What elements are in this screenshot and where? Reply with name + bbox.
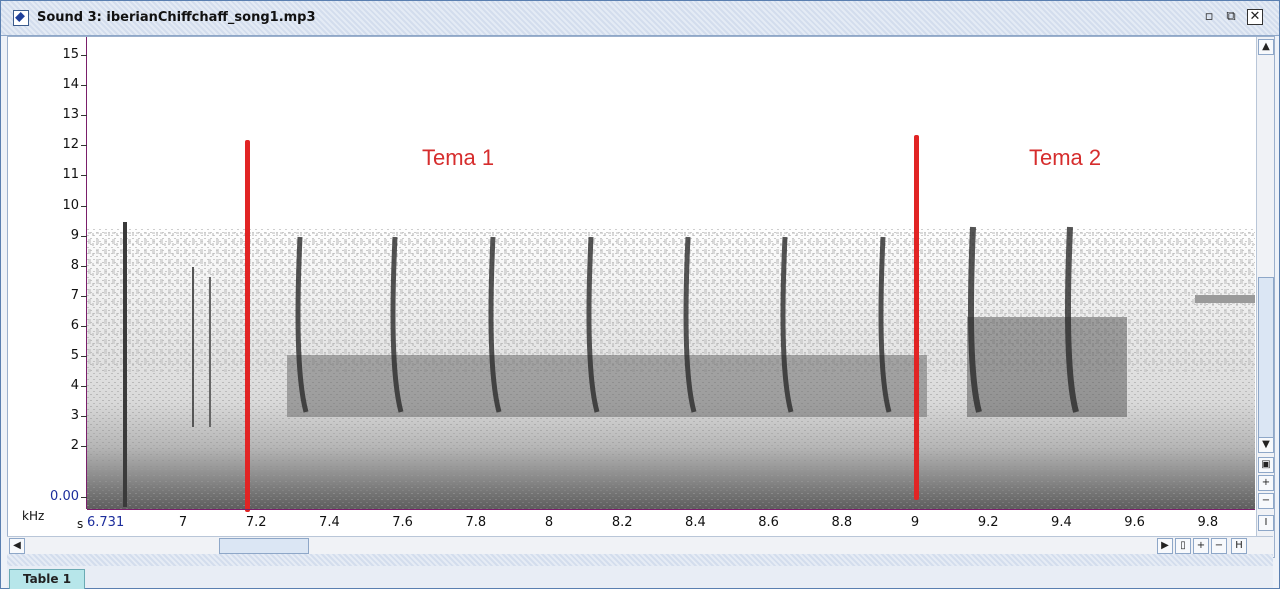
x-tick-label: 9.6 bbox=[1124, 515, 1145, 530]
theme2-label: Tema 2 bbox=[1029, 145, 1102, 170]
y-tick-label: 10 bbox=[62, 197, 79, 213]
y-tick-label: 11 bbox=[62, 167, 79, 183]
y-tick-label: 3 bbox=[70, 408, 79, 424]
y-tick-label: 4 bbox=[70, 378, 79, 394]
vertical-fit-button[interactable]: I bbox=[1258, 515, 1274, 531]
horizontal-scrollbar[interactable]: ◀ ▶ ▯ + − H bbox=[7, 536, 1273, 555]
horizontal-scroll-thumb[interactable] bbox=[219, 538, 309, 554]
pane-splitter[interactable] bbox=[7, 554, 1273, 566]
x-tick-label: 7.8 bbox=[465, 515, 487, 530]
vertical-scrollbar[interactable]: ▲ ▼ ▣ + − I bbox=[1256, 37, 1274, 557]
y-tick-label: 9 bbox=[70, 227, 79, 243]
x-tick-label: 7.2 bbox=[245, 515, 267, 530]
horizontal-fit-button[interactable]: H bbox=[1231, 538, 1247, 554]
x-tick-label: 7.6 bbox=[392, 515, 413, 530]
trailing-note bbox=[1195, 295, 1255, 303]
y-tick-label: 12 bbox=[62, 137, 79, 153]
x-tick-label: 8.2 bbox=[611, 515, 633, 530]
y-tick-label: 6 bbox=[70, 317, 79, 333]
x-tick-label: 9.2 bbox=[977, 515, 999, 530]
y-tick-label: 2 bbox=[70, 438, 79, 454]
y-tick-label: 13 bbox=[62, 107, 79, 123]
scroll-left-button[interactable]: ◀ bbox=[9, 538, 25, 554]
theme1-marker-line bbox=[245, 140, 250, 512]
horizontal-zoom-out-button[interactable]: − bbox=[1211, 538, 1227, 554]
vertical-zoom-in-button[interactable]: + bbox=[1258, 475, 1274, 491]
spectrogram-view[interactable]: 15 14 13 12 11 10 9 8 7 6 5 4 3 2 0.00 kHz bbox=[7, 36, 1275, 558]
vertical-scroll-thumb[interactable] bbox=[1258, 277, 1274, 439]
y-tick-label: 5 bbox=[70, 348, 79, 363]
spectrogram-canvas[interactable] bbox=[87, 37, 1255, 509]
fit-vertical-icon[interactable]: ▣ bbox=[1258, 457, 1274, 473]
minimize-button[interactable]: ▫ bbox=[1201, 9, 1217, 25]
x-tick-label: 7.4 bbox=[319, 515, 340, 530]
x-tick-label: 8.6 bbox=[758, 515, 779, 530]
theme2-tonal-band bbox=[967, 317, 1127, 417]
y-tick-label: 14 bbox=[62, 77, 79, 93]
time-start-value: 6.731 bbox=[87, 515, 125, 530]
time-unit: s bbox=[77, 517, 84, 531]
y-tick-label: 7 bbox=[70, 287, 79, 303]
close-button[interactable]: ✕ bbox=[1247, 9, 1263, 25]
window-title: Sound 3: iberianChiffchaff_song1.mp3 bbox=[37, 10, 316, 25]
scroll-up-button[interactable]: ▲ bbox=[1258, 39, 1274, 55]
y-tick-label: 15 bbox=[62, 47, 79, 62]
x-tick-label: 8 bbox=[544, 515, 554, 530]
x-axis-line bbox=[87, 509, 1255, 510]
sound-file-icon bbox=[13, 10, 29, 26]
initial-click bbox=[123, 222, 127, 507]
tab-bar: Table 1 bbox=[7, 566, 1273, 589]
tab-table-1[interactable]: Table 1 bbox=[9, 569, 85, 589]
theme1-tonal-band bbox=[287, 355, 927, 417]
vertical-zoom-out-button[interactable]: − bbox=[1258, 493, 1274, 509]
fit-horizontal-icon[interactable]: ▯ bbox=[1175, 538, 1191, 554]
frequency-axis: 15 14 13 12 11 10 9 8 7 6 5 4 3 2 0.00 kHz bbox=[8, 37, 87, 523]
x-tick-label: 9 bbox=[910, 515, 920, 530]
theme2-marker-line bbox=[914, 135, 919, 500]
x-tick-label: 9.8 bbox=[1197, 515, 1219, 530]
y-tick-label: 0.00 bbox=[50, 489, 79, 504]
scroll-down-button[interactable]: ▼ bbox=[1258, 437, 1274, 453]
x-tick-label: 8.4 bbox=[685, 515, 706, 530]
x-tick-label: 8.8 bbox=[831, 515, 853, 530]
theme1-label: Tema 1 bbox=[422, 145, 495, 170]
y-tick-label: 8 bbox=[70, 257, 79, 273]
faint-note bbox=[192, 267, 194, 427]
horizontal-zoom-in-button[interactable]: + bbox=[1193, 538, 1209, 554]
sound-window: Sound 3: iberianChiffchaff_song1.mp3 ▫ ⧉… bbox=[0, 0, 1280, 589]
frequency-unit: kHz bbox=[22, 509, 45, 523]
maximize-button[interactable]: ⧉ bbox=[1223, 9, 1239, 25]
x-tick-label: 9.4 bbox=[1051, 515, 1072, 530]
faint-note-2 bbox=[209, 277, 211, 427]
x-tick-label: 7 bbox=[178, 515, 188, 530]
title-bar[interactable]: Sound 3: iberianChiffchaff_song1.mp3 ▫ ⧉… bbox=[1, 1, 1279, 36]
scroll-right-button[interactable]: ▶ bbox=[1157, 538, 1173, 554]
time-axis: s 6.731 7 7.2 7.4 7.6 7.8 8 8.2 8.4 8.6 8.8 9 9.2 9.… bbox=[77, 509, 1255, 537]
